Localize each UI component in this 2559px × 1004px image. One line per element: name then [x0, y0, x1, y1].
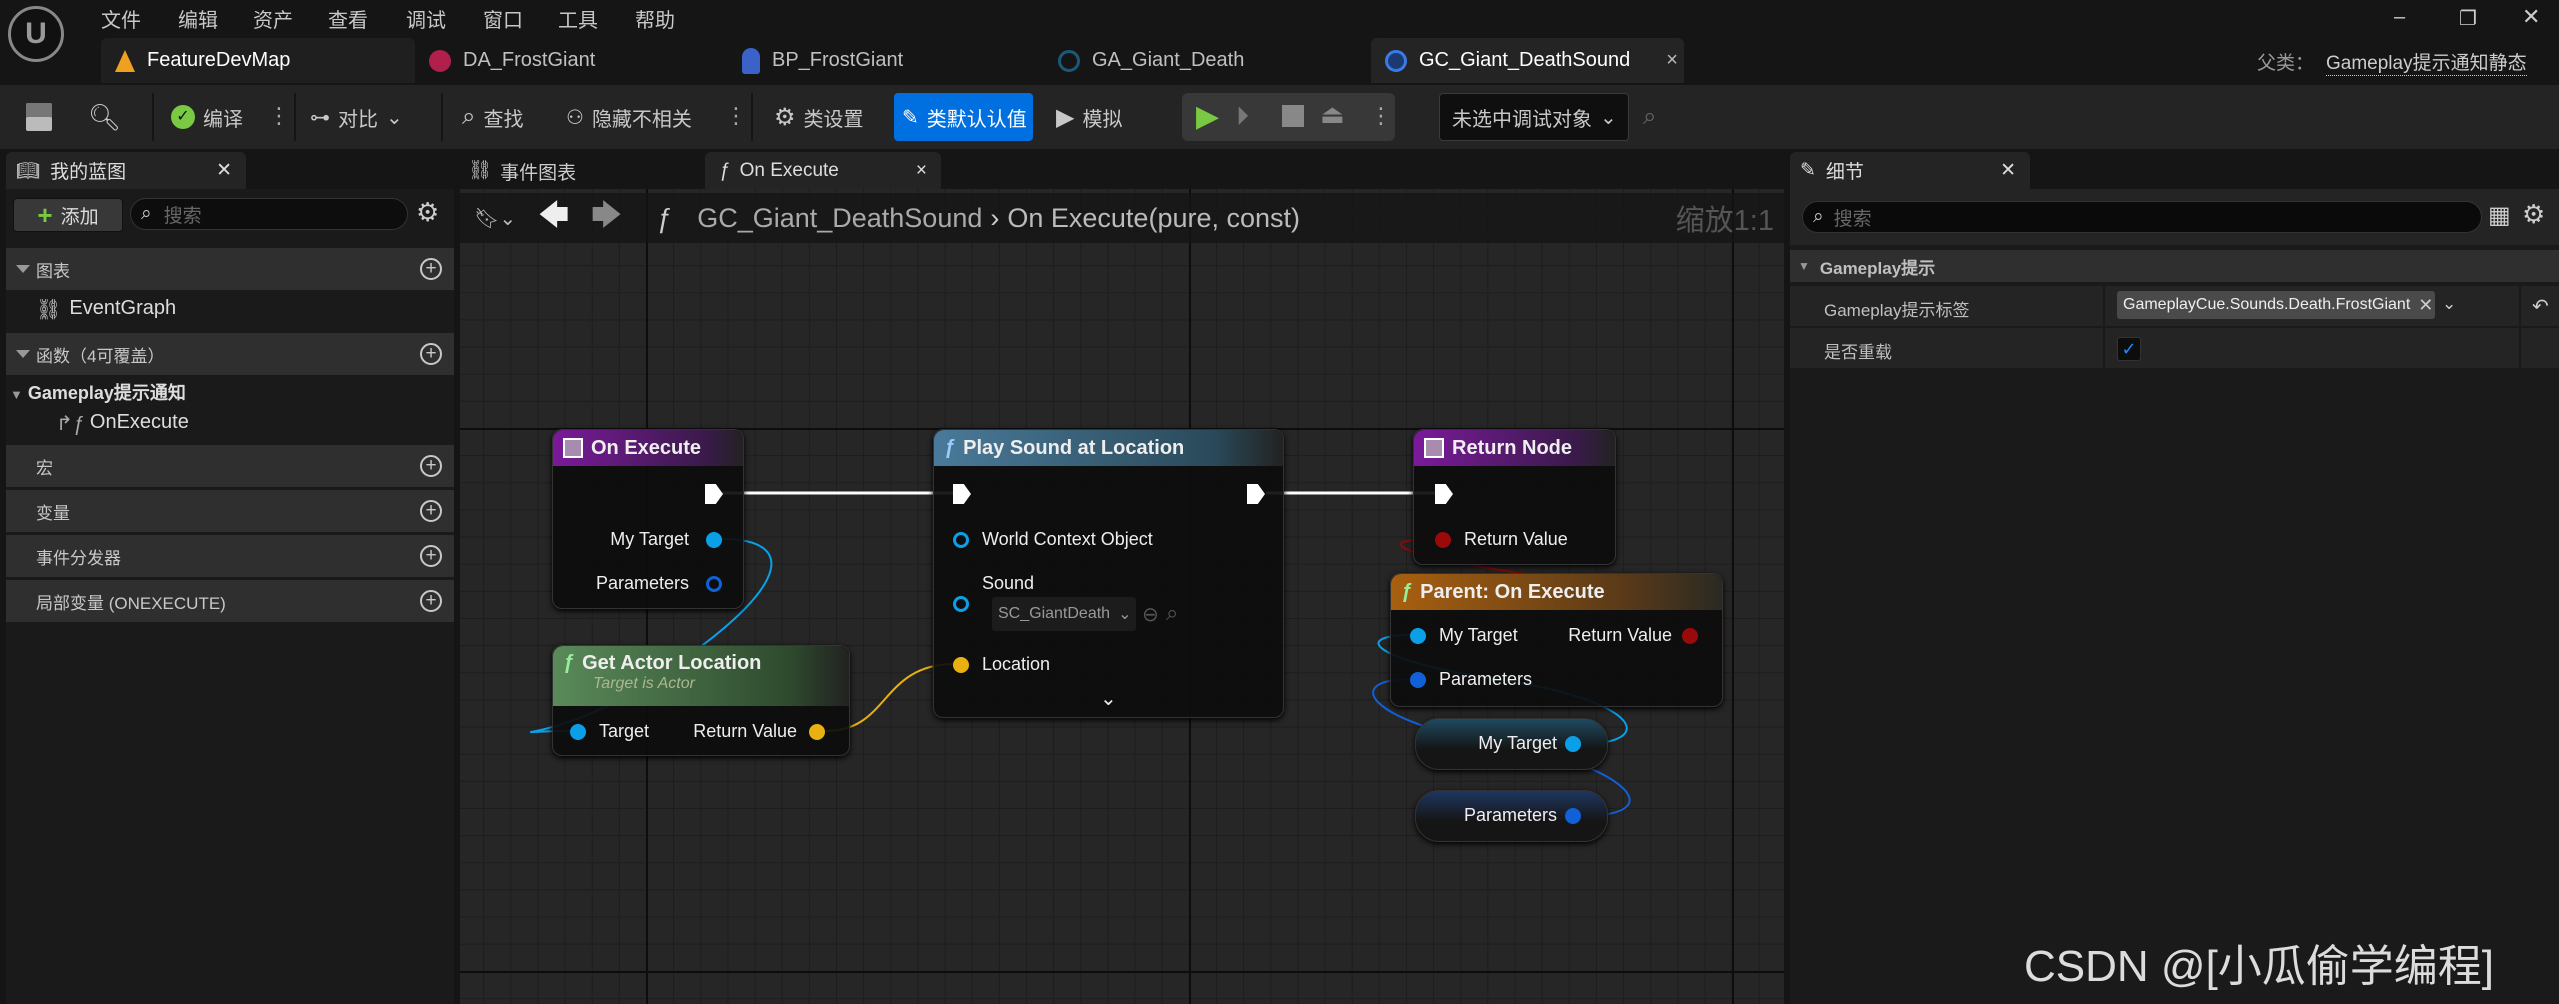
node-title: Parent: On Execute [1420, 580, 1605, 603]
node-subtitle: Target is Actor [593, 675, 695, 692]
property-label: Gameplay提示标签 [1824, 301, 1970, 320]
details-icon: ✎ [1800, 160, 1816, 181]
pin-label: My Target [1439, 625, 1518, 645]
pin-label: Return Value [1568, 625, 1672, 645]
pin-label: My Target [1478, 733, 1557, 753]
function-icon: ƒ [944, 436, 956, 459]
use-selected-asset-icon[interactable]: ⊖ [1142, 602, 1159, 627]
sound-pin[interactable] [953, 596, 969, 612]
settings-gear-icon[interactable]: ⚙ [2522, 199, 2545, 230]
details-tab[interactable]: ✎ 细节 ✕ [1790, 152, 2030, 189]
node-title: Play Sound at Location [963, 436, 1185, 459]
node-title: On Execute [591, 436, 702, 459]
property-label: 是否重载 [1824, 343, 1892, 362]
my-target-pin[interactable] [1565, 736, 1581, 752]
sound-value: SC_GiantDeath [998, 605, 1111, 622]
exec-out-pin[interactable] [1247, 484, 1265, 504]
pin-label: Return Value [1464, 529, 1568, 549]
return-value-pin[interactable] [1682, 628, 1698, 644]
details-search-input[interactable]: ⌕ 搜索 [1802, 201, 2482, 233]
search-placeholder: 搜索 [1833, 208, 1872, 230]
pin-label: Location [982, 654, 1051, 674]
search-icon: ⌕ [1813, 206, 1824, 227]
node-on-execute[interactable]: On Execute My Target Parameters [552, 429, 744, 609]
close-panel-button[interactable]: ✕ [2000, 159, 2016, 182]
node-header: ƒ Get Actor Location Target is Actor [553, 646, 849, 706]
panel-title: 细节 [1825, 162, 1864, 183]
target-pin[interactable] [570, 724, 586, 740]
function-icon: ƒ [1401, 580, 1413, 603]
function-result-icon [1424, 438, 1444, 458]
override-checkbox[interactable]: ✓ [2117, 337, 2141, 361]
pin-label: Return Value [693, 721, 797, 741]
pin-label: My Target [610, 529, 689, 549]
node-parent-on-execute[interactable]: ƒ Parent: On Execute My Target Return Val… [1390, 573, 1723, 707]
node-get-actor-location[interactable]: ƒ Get Actor Location Target is Actor Targ… [552, 645, 850, 756]
node-title: Get Actor Location [582, 652, 762, 674]
section-label: Gameplay提示 [1819, 258, 1936, 278]
exec-in-pin[interactable] [953, 484, 971, 504]
node-header: On Execute [553, 430, 743, 466]
pin-label: Parameters [1463, 805, 1557, 825]
property-row-tag: Gameplay提示标签 GameplayCue.Sounds.Death.Fr… [1790, 286, 2559, 326]
parameters-pin[interactable] [1565, 808, 1581, 824]
collapse-triangle-icon: ▼ [1798, 259, 1810, 273]
chevron-down-icon: ⌄ [1118, 606, 1132, 623]
parameters-pin[interactable] [706, 576, 722, 592]
node-get-parameters[interactable]: Parameters [1415, 790, 1608, 842]
node-title: Return Node [1452, 436, 1572, 459]
return-value-pin[interactable] [809, 724, 825, 740]
node-return[interactable]: Return Node Return Value [1413, 429, 1616, 565]
pin-label: Parameters [1439, 669, 1533, 689]
exec-out-pin[interactable] [705, 484, 723, 504]
chevron-down-icon[interactable]: ⌄ [2442, 294, 2456, 314]
pin-label: World Context Object [982, 529, 1153, 549]
node-get-my-target[interactable]: My Target [1415, 718, 1608, 770]
reset-to-default-icon[interactable]: ↶ [2532, 294, 2549, 319]
watermark: CSDN @[小瓜偷学编程] [2024, 942, 2495, 991]
world-context-pin[interactable] [953, 532, 969, 548]
node-header: ƒ Play Sound at Location [934, 430, 1283, 466]
property-row-override: 是否重载 ✓ [1790, 328, 2559, 368]
location-pin[interactable] [953, 657, 969, 673]
remove-tag-icon[interactable]: ✕ [2418, 295, 2433, 316]
my-target-pin[interactable] [1410, 628, 1426, 644]
browse-asset-icon[interactable]: ⌕ [1166, 600, 1178, 626]
return-value-pin[interactable] [1435, 532, 1451, 548]
node-play-sound-at-location[interactable]: ƒ Play Sound at Location World Context Ob… [933, 429, 1284, 718]
parameters-pin[interactable] [1410, 672, 1426, 688]
function-icon: ƒ [563, 652, 575, 674]
pin-label: Parameters [595, 573, 689, 593]
property-matrix-icon[interactable]: ▦ [2488, 201, 2511, 230]
pin-label: Target [599, 721, 650, 741]
expand-chevron-icon[interactable]: ⌄ [1100, 686, 1117, 711]
pin-label: Sound [982, 573, 1035, 593]
gameplay-tag-chip[interactable]: GameplayCue.Sounds.Death.FrostGiant ✕ [2117, 291, 2435, 319]
sound-asset-dropdown[interactable]: SC_GiantDeath ⌄ [992, 597, 1136, 631]
section-gameplay-cue[interactable]: ▼ Gameplay提示 [1790, 250, 2559, 282]
my-target-pin[interactable] [706, 532, 722, 548]
node-header: Return Node [1414, 430, 1615, 466]
node-header: ƒ Parent: On Execute [1391, 574, 1722, 610]
tag-value: GameplayCue.Sounds.Death.FrostGiant [2123, 296, 2411, 313]
exec-in-pin[interactable] [1435, 484, 1453, 504]
function-entry-icon [563, 438, 583, 458]
details-panel: ⌕ 搜索 ▦ ⚙ ▼ Gameplay提示 Gameplay提示标签 Gamepla… [1790, 189, 2559, 1004]
